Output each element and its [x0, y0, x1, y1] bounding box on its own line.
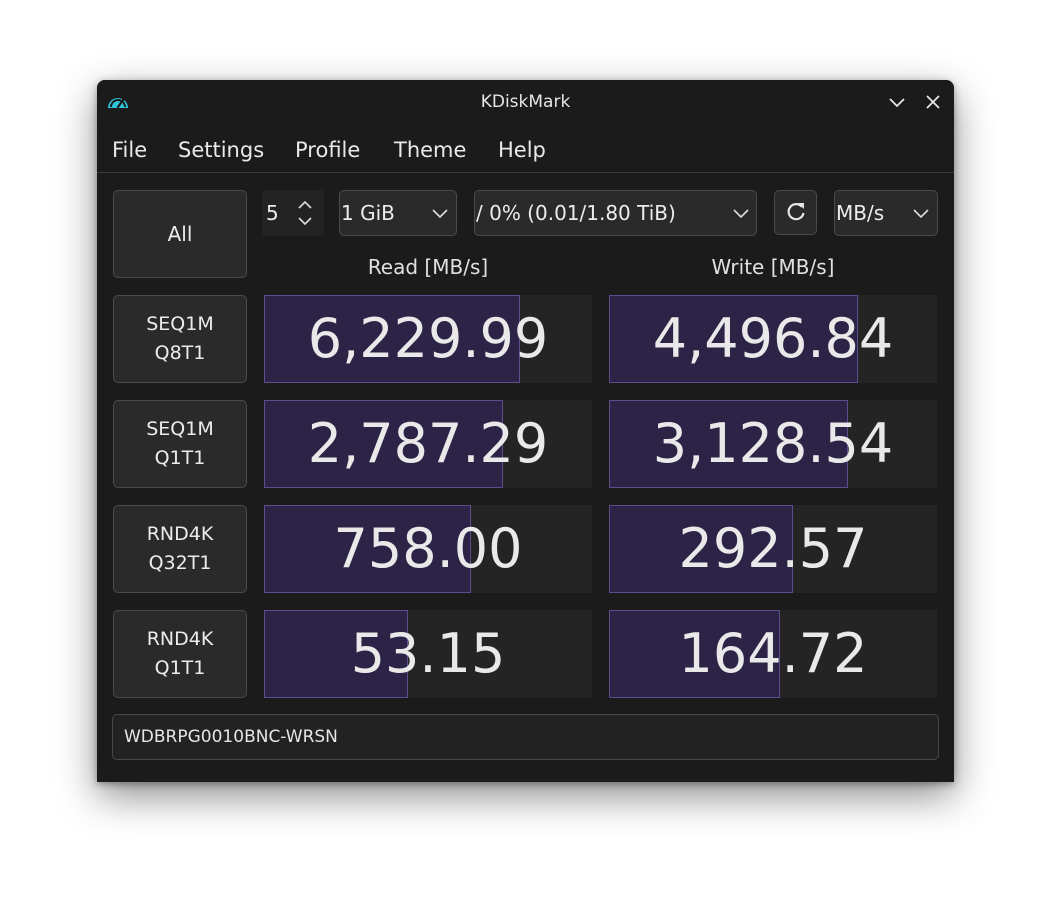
read-result-cell: 2,787.29	[264, 400, 592, 488]
unit-select[interactable]: MB/s	[834, 190, 938, 236]
target-select[interactable]: / 0% (0.01/1.80 TiB)	[474, 190, 757, 236]
kdiskmark-window: KDiskMark File Settings Profile Theme He…	[97, 80, 954, 782]
minimize-chevron-icon[interactable]	[886, 91, 908, 113]
all-button[interactable]: All	[113, 190, 247, 278]
comment-field[interactable]: WDBRPG0010BNC-WRSN	[112, 714, 939, 760]
unit-value: MB/s	[836, 201, 885, 225]
write-result-value: 4,496.84	[652, 307, 894, 370]
test-button-rnd4k-q1t1[interactable]: RND4K Q1T1	[113, 610, 247, 698]
read-header: Read [MB/s]	[367, 255, 489, 279]
read-result-cell: 6,229.99	[264, 295, 592, 383]
refresh-button[interactable]	[774, 190, 817, 235]
test-name: SEQ1M	[146, 313, 214, 335]
size-select[interactable]: 1 GiB	[339, 190, 457, 236]
test-params: Q8T1	[154, 342, 206, 364]
chevron-down-icon	[432, 209, 448, 219]
test-button-seq1m-q8t1[interactable]: SEQ1M Q8T1	[113, 295, 247, 383]
test-params: Q32T1	[148, 552, 212, 574]
count-value: 5	[266, 201, 279, 225]
write-result-value: 164.72	[678, 622, 868, 685]
menu-profile[interactable]: Profile	[295, 128, 360, 172]
test-name: RND4K	[146, 628, 214, 650]
title-bar: KDiskMark	[97, 80, 954, 124]
count-spinbox[interactable]: 5	[262, 190, 324, 236]
close-icon[interactable]	[922, 91, 944, 113]
read-result-value: 53.15	[350, 622, 506, 685]
write-result-cell: 4,496.84	[609, 295, 937, 383]
chevron-down-icon	[913, 209, 929, 219]
refresh-icon	[787, 203, 805, 221]
menu-bar: File Settings Profile Theme Help	[97, 128, 954, 173]
read-result-cell: 53.15	[264, 610, 592, 698]
read-result-cell: 758.00	[264, 505, 592, 593]
test-name: RND4K	[146, 523, 214, 545]
menu-settings[interactable]: Settings	[178, 128, 264, 172]
write-result-cell: 3,128.54	[609, 400, 937, 488]
menu-theme[interactable]: Theme	[394, 128, 466, 172]
spin-arrows-icon[interactable]	[297, 198, 313, 228]
menu-file[interactable]: File	[112, 128, 147, 172]
target-value: / 0% (0.01/1.80 TiB)	[476, 201, 676, 225]
window-title: KDiskMark	[480, 92, 571, 112]
chevron-down-icon	[733, 209, 749, 219]
write-result-value: 292.57	[678, 517, 868, 580]
read-result-value: 6,229.99	[307, 307, 549, 370]
write-result-cell: 164.72	[609, 610, 937, 698]
write-result-value: 3,128.54	[652, 412, 894, 475]
test-params: Q1T1	[154, 657, 206, 679]
test-button-rnd4k-q32t1[interactable]: RND4K Q32T1	[113, 505, 247, 593]
test-button-seq1m-q1t1[interactable]: SEQ1M Q1T1	[113, 400, 247, 488]
write-result-cell: 292.57	[609, 505, 937, 593]
read-result-value: 758.00	[333, 517, 523, 580]
write-header: Write [MB/s]	[711, 255, 835, 279]
size-value: 1 GiB	[341, 201, 395, 225]
test-name: SEQ1M	[146, 418, 214, 440]
menu-help[interactable]: Help	[498, 128, 546, 172]
read-result-value: 2,787.29	[307, 412, 549, 475]
test-params: Q1T1	[154, 447, 206, 469]
